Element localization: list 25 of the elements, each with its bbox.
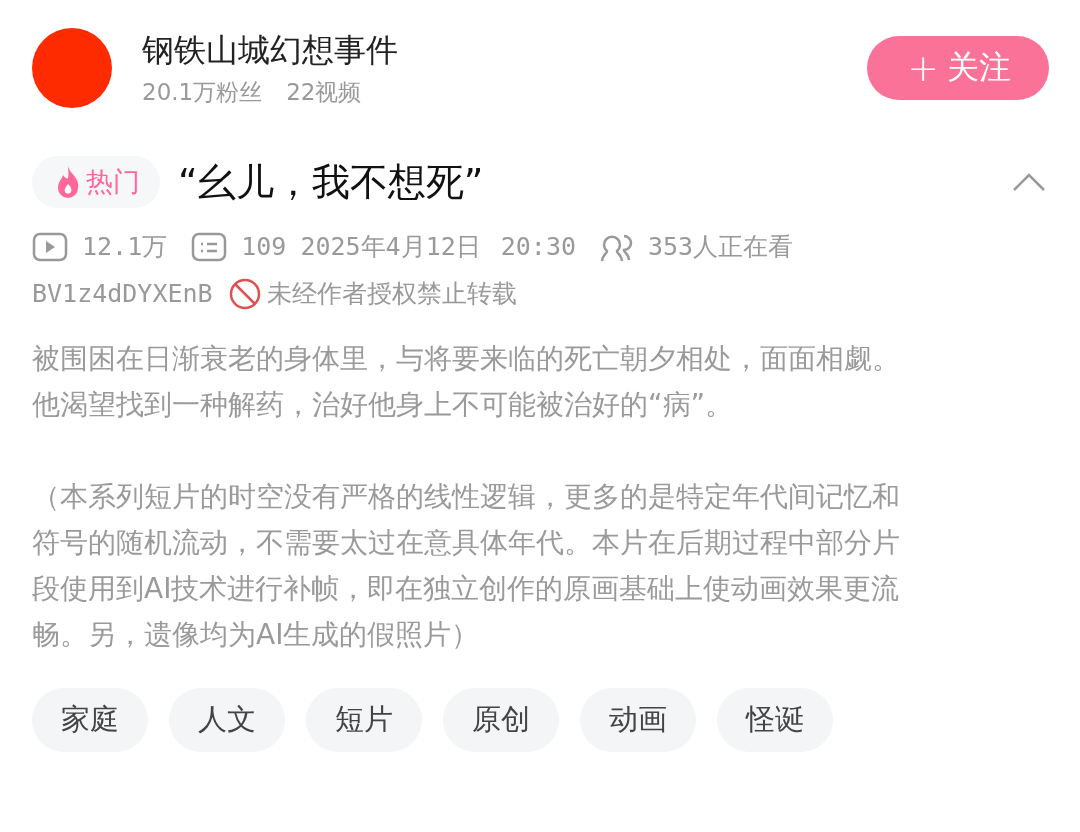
flame-icon [56,166,80,198]
prohibited-icon [228,277,261,310]
video-count: 22视频 [286,77,362,107]
description-paragraph: 被围困在日渐衰老的身体里，与将要来临的死亡朝夕相处，面面相觑。 他渴望找到一种解药，治好他身上不可能被治好的“病”。 [32,341,901,423]
chevron-icon[interactable] [1012,172,1046,192]
fans-count: 20.1万粉丝 [142,77,263,107]
tag-chip[interactable]: 原创 [443,688,559,752]
hot-badge: 热门 [32,156,160,208]
tag-chip[interactable]: 短片 [306,688,422,752]
copyright-notice: 未经作者授权禁止转载 [266,278,517,310]
watching-count: 353人正在看 [648,231,794,263]
tag-chip[interactable]: 家庭 [32,688,148,752]
description-paragraph: （本系列短片的时空没有严格的线性逻辑，更多的是特定年代间记忆和 符号的随机流动，不需要太过在意具体年代。本片在后期过程中部分片 段使用到AI技术进行补帧，即在独立创作的原画基础上使动画效果更流 畅。另，遗像均为AI生成的假照片） [32,479,901,653]
comment-icon [191,231,228,262]
tag-chip[interactable]: 动画 [580,688,696,752]
publish-time: 20:30 [500,232,576,261]
video-title: “幺儿，我不想死” [178,158,485,206]
comment-count: 109 [241,232,287,261]
tag-chip[interactable]: 人文 [169,688,285,752]
play-icon [32,231,68,262]
publish-date: 2025年4月12日 [300,231,481,263]
view-count: 12.1万 [82,231,168,263]
bv-id: BV1z4dDYXEnB [32,279,213,308]
tag-chip[interactable]: 怪诞 [717,688,833,752]
uploader-name[interactable]: 钢铁山城幻想事件 [142,28,838,73]
